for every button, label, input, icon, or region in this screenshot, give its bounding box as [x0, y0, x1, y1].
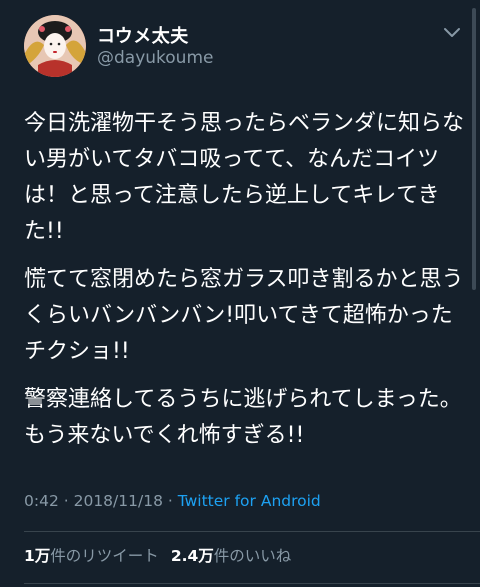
- meta-separator: ·: [58, 492, 74, 510]
- tweet-detail: コウメ太夫 @dayukoume 今日洗濯物干そう思ったらベランダに知らない男が…: [0, 0, 480, 587]
- likes-label: 件のいいね: [213, 547, 292, 565]
- tweet-stats: 1万件のリツイート 2.4万件のいいね: [24, 544, 291, 566]
- divider: [24, 583, 480, 584]
- retweets-count-link[interactable]: 1万件のリツイート: [24, 547, 159, 565]
- divider: [24, 531, 480, 532]
- tweet-text: 今日洗濯物干そう思ったらベランダに知らない男がいてタバコ吸ってて、なんだコイツは…: [24, 106, 464, 466]
- tweet-paragraph-3: 警察連絡してるうちに逃げられてしまった。もう来ないでくれ怖すぎる!!: [24, 387, 462, 448]
- user-handle[interactable]: @dayukoume: [97, 48, 213, 68]
- retweets-count: 1万: [24, 547, 51, 565]
- scrollbar[interactable]: [472, 8, 476, 290]
- avatar[interactable]: [24, 15, 86, 77]
- tweet-time[interactable]: 0:42: [24, 492, 59, 510]
- chevron-down-icon: [444, 28, 460, 37]
- tweet-paragraph-2: 慌てて窓閉めたら窓ガラス叩き割るかと思うくらいバンバンバン!叩いてきて超怖かった…: [24, 267, 464, 364]
- meta-separator: ·: [162, 492, 178, 510]
- avatar-image: [24, 15, 86, 77]
- more-options-button[interactable]: [440, 22, 464, 42]
- retweets-label: 件のリツイート: [50, 547, 159, 565]
- tweet-date[interactable]: 2018/11/18: [74, 492, 163, 510]
- likes-count-link[interactable]: 2.4万件のいいね: [171, 547, 291, 565]
- tweet-paragraph-1: 今日洗濯物干そう思ったらベランダに知らない男がいてタバコ吸ってて、なんだコイツは…: [24, 111, 465, 244]
- tweet-meta: 0:42 · 2018/11/18 · Twitter for Android: [24, 492, 321, 510]
- likes-count: 2.4万: [170, 547, 214, 565]
- tweet-source-link[interactable]: Twitter for Android: [178, 492, 321, 510]
- display-name[interactable]: コウメ太夫: [97, 22, 189, 48]
